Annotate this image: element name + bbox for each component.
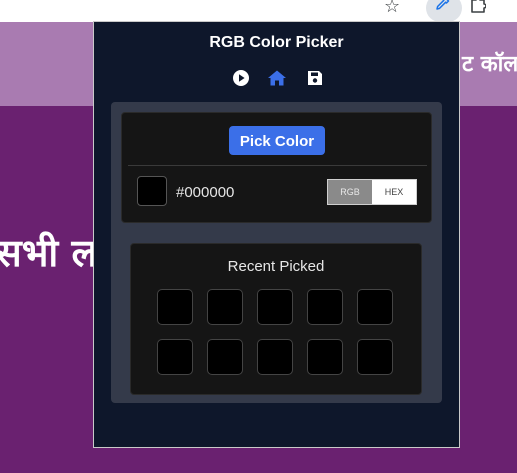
recent-color-slot[interactable] — [157, 339, 193, 375]
recent-picked-title: Recent Picked — [227, 258, 325, 275]
current-color-value[interactable]: #000000 — [176, 184, 234, 201]
recent-colors-grid — [157, 289, 393, 375]
recent-color-slot[interactable] — [357, 289, 393, 325]
recent-picked-card: Recent Picked — [130, 243, 422, 395]
recent-color-slot[interactable] — [357, 339, 393, 375]
star-icon[interactable]: ☆ — [384, 0, 400, 18]
recent-color-slot[interactable] — [307, 289, 343, 325]
main-panel: Pick Color #000000 RGB HEX Recent Picked — [111, 102, 442, 403]
picker-card: Pick Color #000000 RGB HEX — [121, 112, 432, 223]
format-option-hex[interactable]: HEX — [372, 180, 416, 204]
recent-color-slot[interactable] — [207, 289, 243, 325]
recent-color-slot[interactable] — [257, 339, 293, 375]
page-header-text: ट कॉल — [462, 52, 517, 77]
pick-color-button[interactable]: Pick Color — [229, 126, 325, 155]
recent-color-slot[interactable] — [157, 289, 193, 325]
recent-color-slot[interactable] — [257, 289, 293, 325]
popup-title: RGB Color Picker — [209, 34, 344, 51]
floppy-disk-icon[interactable] — [305, 68, 325, 88]
recent-color-slot[interactable] — [207, 339, 243, 375]
browser-toolbar: ☆ — [0, 0, 517, 22]
current-color-swatch — [137, 176, 167, 206]
puzzle-icon[interactable] — [470, 0, 487, 20]
color-picker-popup: RGB Color Picker Pick Color #000000 RGB … — [93, 21, 460, 448]
format-toggle: RGB HEX — [327, 179, 417, 205]
home-icon[interactable] — [267, 68, 287, 88]
divider — [128, 165, 427, 166]
recent-color-slot[interactable] — [307, 339, 343, 375]
play-icon[interactable] — [231, 68, 251, 88]
eyedropper-icon[interactable] — [434, 0, 450, 18]
format-option-rgb[interactable]: RGB — [328, 180, 372, 204]
page-heading: सभी ल — [0, 231, 98, 275]
popup-navbar — [94, 68, 459, 88]
